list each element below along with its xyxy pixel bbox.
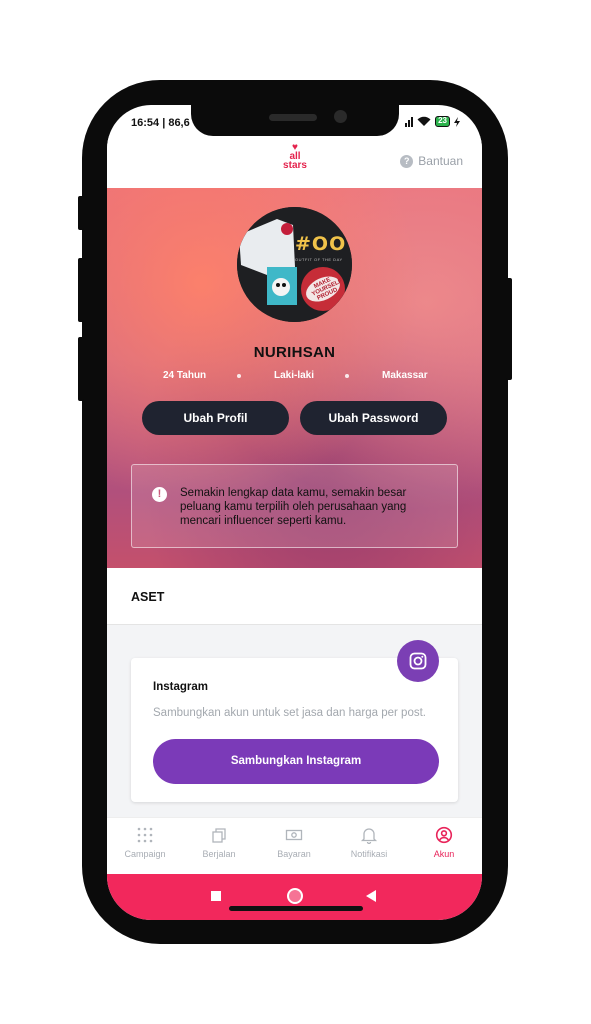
system-nav-bar	[107, 874, 482, 920]
nav-label: Akun	[433, 849, 455, 859]
nav-label: Campaign	[124, 849, 166, 859]
nav-item-campaign[interactable]: Campaign	[110, 826, 180, 870]
grid-icon	[137, 827, 153, 843]
avatar-ootd-subtext: OUTFIT OF THE DAY	[295, 257, 343, 262]
status-time: 16:54 | 86,6	[131, 117, 190, 129]
phone-notch	[191, 105, 399, 136]
front-camera	[334, 110, 347, 123]
recent-apps-button[interactable]	[211, 891, 221, 901]
nav-label: Berjalan	[202, 849, 236, 859]
status-icons: 23	[405, 116, 460, 127]
instagram-card-description: Sambungkan akun untuk set jasa dan harga…	[153, 707, 426, 719]
app-logo[interactable]: ♥ all stars	[275, 143, 315, 176]
profile-notice: ! Semakin lengkap data kamu, semakin bes…	[131, 464, 458, 548]
instagram-icon	[397, 640, 439, 682]
edit-profile-button[interactable]: Ubah Profil	[142, 401, 289, 435]
home-indicator	[229, 906, 363, 911]
profile-meta: 24 Tahun Laki-laki Makassar	[107, 370, 482, 384]
meta-separator	[345, 374, 349, 378]
user-circle-icon	[435, 826, 453, 844]
profile-avatar[interactable]: #OOTD OUTFIT OF THE DAY MAKE YOURSELF PR…	[237, 207, 352, 322]
nav-item-notifikasi[interactable]: Notifikasi	[334, 826, 404, 870]
bottom-nav: Campaign Berjalan Bayaran Notifikasi Aku…	[107, 817, 482, 874]
money-icon	[285, 829, 303, 841]
assets-header: ASET	[107, 568, 482, 625]
connect-instagram-button[interactable]: Sambungkan Instagram	[153, 739, 439, 784]
nav-item-bayaran[interactable]: Bayaran	[259, 826, 329, 870]
home-button[interactable]	[287, 888, 303, 904]
profile-gender: Laki-laki	[274, 370, 315, 381]
signal-icon	[405, 116, 414, 127]
assets-title: ASET	[131, 590, 165, 604]
phone-side-button	[78, 258, 84, 322]
instagram-card-title: Instagram	[153, 681, 208, 693]
help-label: Bantuan	[418, 154, 463, 168]
notice-text: Semakin lengkap data kamu, semakin besar…	[180, 487, 407, 527]
alert-icon: !	[152, 487, 167, 502]
battery-icon: 23	[435, 116, 450, 127]
phone-side-button	[78, 196, 84, 230]
phone-side-button	[506, 278, 512, 380]
back-button[interactable]	[366, 890, 376, 902]
copy-icon	[212, 828, 226, 843]
phone-side-button	[78, 337, 84, 401]
profile-name: NURIHSAN	[253, 344, 336, 361]
meta-separator	[237, 374, 241, 378]
bell-icon	[360, 828, 378, 844]
phone-screen: 16:54 | 86,6 23 ♥ all stars ? Bantuan #O…	[107, 105, 482, 920]
nav-item-akun[interactable]: Akun	[409, 826, 479, 870]
nav-item-berjalan[interactable]: Berjalan	[184, 826, 254, 870]
speaker	[269, 114, 317, 121]
profile-city: Makassar	[382, 370, 428, 381]
nav-label: Bayaran	[277, 849, 311, 859]
charging-icon	[454, 116, 460, 127]
change-password-button[interactable]: Ubah Password	[300, 401, 447, 435]
logo-text-bottom: stars	[283, 160, 307, 171]
help-icon: ?	[400, 154, 414, 168]
nav-label: Notifikasi	[350, 849, 388, 859]
wifi-icon	[417, 116, 431, 126]
profile-age: 24 Tahun	[163, 370, 207, 381]
avatar-ootd-text: #OOTD	[295, 233, 352, 255]
profile-hero: #OOTD OUTFIT OF THE DAY MAKE YOURSELF PR…	[107, 188, 482, 568]
help-button[interactable]: ? Bantuan	[400, 154, 463, 168]
app-header: ♥ all stars ? Bantuan	[107, 136, 482, 188]
avatar-image	[237, 207, 352, 322]
